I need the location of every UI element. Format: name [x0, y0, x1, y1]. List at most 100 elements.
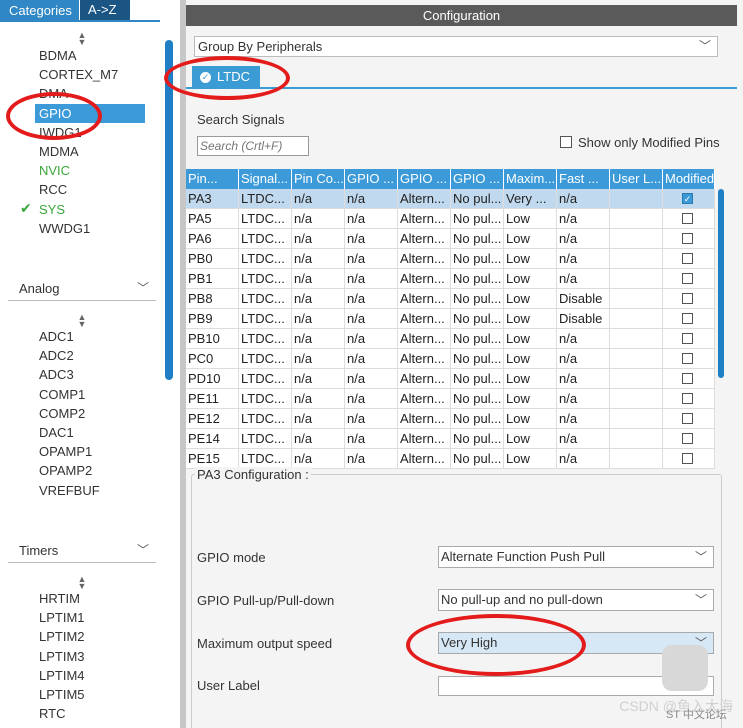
table-cell: Low: [504, 289, 557, 309]
checkbox-icon[interactable]: [682, 333, 693, 344]
modified-cell: [663, 409, 715, 429]
list-item-cortex_m7[interactable]: CORTEX_M7: [39, 65, 118, 84]
list-item-opamp2[interactable]: OPAMP2: [39, 461, 92, 480]
sort-arrows-icon[interactable]: ▲ ▼: [77, 31, 87, 47]
search-signals-input[interactable]: [197, 136, 309, 156]
table-cell: Low: [504, 409, 557, 429]
column-header[interactable]: Fast ...: [557, 169, 610, 189]
list-item-lptim1[interactable]: LPTIM1: [39, 608, 85, 627]
list-item-comp2[interactable]: COMP2: [39, 404, 85, 423]
table-row[interactable]: PA3 LTDC... n/a n/a Altern... No pul... Very .…: [186, 189, 715, 209]
gpio-mode-value: Alternate Function Push Pull: [441, 549, 606, 564]
table-cell: Altern...: [398, 349, 451, 369]
checkbox-icon[interactable]: [682, 373, 693, 384]
list-item-hrtim[interactable]: HRTIM: [39, 589, 80, 608]
gpio-mode-label: GPIO mode: [197, 550, 266, 565]
checkbox-icon[interactable]: [682, 273, 693, 284]
table-cell: n/a: [292, 369, 345, 389]
table-cell: n/a: [345, 189, 398, 209]
column-header[interactable]: Signal...: [239, 169, 292, 189]
list-item-sys[interactable]: SYS: [39, 200, 65, 219]
column-header[interactable]: GPIO ...: [345, 169, 398, 189]
list-item-opamp1[interactable]: OPAMP1: [39, 442, 92, 461]
table-cell: n/a: [557, 249, 610, 269]
checkbox-icon[interactable]: [682, 213, 693, 224]
search-signals-label: Search Signals: [197, 112, 285, 127]
table-cell: n/a: [292, 289, 345, 309]
checkbox-icon[interactable]: [682, 353, 693, 364]
checked-checkbox-icon[interactable]: ✓: [682, 193, 693, 204]
list-item-nvic[interactable]: NVIC: [39, 161, 70, 180]
column-header[interactable]: Pin...: [186, 169, 239, 189]
checkbox-icon[interactable]: [682, 393, 693, 404]
table-row[interactable]: PB9 LTDC... n/a n/a Altern... No pul... Low Dis…: [186, 309, 715, 329]
checkbox-icon[interactable]: [682, 453, 693, 464]
chevron-down-icon: ﹀: [136, 543, 149, 557]
list-item-dac1[interactable]: DAC1: [39, 423, 74, 442]
list-item-lptim3[interactable]: LPTIM3: [39, 647, 85, 666]
list-item-lptim5[interactable]: LPTIM5: [39, 685, 85, 704]
table-row[interactable]: PE12 LTDC... n/a n/a Altern... No pul... Low n/…: [186, 409, 715, 429]
tab-a-to-z[interactable]: A->Z: [80, 0, 130, 20]
checkbox-icon[interactable]: [682, 233, 693, 244]
analog-group-header[interactable]: Analog ﹀: [19, 279, 157, 299]
show-only-modified-checkbox[interactable]: Show only Modified Pins: [560, 135, 720, 150]
column-header[interactable]: User L...: [610, 169, 663, 189]
analog-divider: [8, 300, 156, 301]
modified-cell: [663, 349, 715, 369]
list-item-wwdg1[interactable]: WWDG1: [39, 219, 90, 238]
sort-arrows-icon[interactable]: ▲ ▼: [77, 313, 87, 329]
list-item-tim1[interactable]: TIM1: [39, 723, 69, 728]
list-item-rcc[interactable]: RCC: [39, 180, 67, 199]
table-row[interactable]: PB8 LTDC... n/a n/a Altern... No pul... Low Dis…: [186, 289, 715, 309]
checkbox-icon[interactable]: [682, 313, 693, 324]
table-cell: LTDC...: [239, 349, 292, 369]
table-cell: Altern...: [398, 309, 451, 329]
list-item-adc2[interactable]: ADC2: [39, 346, 74, 365]
checkbox-icon[interactable]: [682, 293, 693, 304]
table-cell: LTDC...: [239, 409, 292, 429]
column-header[interactable]: GPIO ...: [398, 169, 451, 189]
table-scrollbar-thumb[interactable]: [718, 189, 724, 378]
chat-bubble-icon[interactable]: [662, 645, 708, 691]
list-item-adc3[interactable]: ADC3: [39, 365, 74, 384]
column-header[interactable]: Maxim...: [504, 169, 557, 189]
gpio-mode-select[interactable]: Alternate Function Push Pull ﹀: [438, 546, 714, 568]
list-item-rtc[interactable]: RTC: [39, 704, 65, 723]
modified-cell: [663, 209, 715, 229]
table-row[interactable]: PA6 LTDC... n/a n/a Altern... No pul... Low n/a: [186, 229, 715, 249]
table-cell: n/a: [345, 249, 398, 269]
list-item-lptim2[interactable]: LPTIM2: [39, 627, 85, 646]
checkbox-icon[interactable]: [682, 253, 693, 264]
table-row[interactable]: PB0 LTDC... n/a n/a Altern... No pul... Low n/a: [186, 249, 715, 269]
list-item-bdma[interactable]: BDMA: [39, 46, 77, 65]
table-row[interactable]: PA5 LTDC... n/a n/a Altern... No pul... Low n/a: [186, 209, 715, 229]
checkbox-icon[interactable]: [682, 433, 693, 444]
list-item-comp1[interactable]: COMP1: [39, 385, 85, 404]
group-by-value: Group By Peripherals: [198, 39, 323, 54]
table-row[interactable]: PB1 LTDC... n/a n/a Altern... No pul... Low n/a: [186, 269, 715, 289]
list-item-lptim4[interactable]: LPTIM4: [39, 666, 85, 685]
list-item-vrefbuf[interactable]: VREFBUF: [39, 481, 100, 500]
sort-arrows-icon[interactable]: ▲ ▼: [77, 575, 87, 591]
list-item-adc1[interactable]: ADC1: [39, 327, 74, 346]
table-row[interactable]: PC0 LTDC... n/a n/a Altern... No pul... Low n/a: [186, 349, 715, 369]
table-row[interactable]: PE14 LTDC... n/a n/a Altern... No pul... Low n/…: [186, 429, 715, 449]
pull-select[interactable]: No pull-up and no pull-down ﹀: [438, 589, 714, 611]
group-by-select[interactable]: Group By Peripherals ﹀: [194, 36, 718, 57]
table-row[interactable]: PE15 LTDC... n/a n/a Altern... No pul... Low n/…: [186, 449, 715, 469]
column-header[interactable]: GPIO ...: [451, 169, 504, 189]
table-cell: [610, 229, 663, 249]
checkbox-icon[interactable]: [682, 413, 693, 424]
table-row[interactable]: PE11 LTDC... n/a n/a Altern... No pul... Low n/…: [186, 389, 715, 409]
column-header[interactable]: Pin Co...: [292, 169, 345, 189]
column-header[interactable]: Modified: [663, 169, 715, 189]
left-scrollbar-thumb[interactable]: [165, 40, 173, 380]
tab-categories[interactable]: Categories: [0, 0, 79, 20]
list-item-mdma[interactable]: MDMA: [39, 142, 79, 161]
table-row[interactable]: PD10 LTDC... n/a n/a Altern... No pul... Low n/…: [186, 369, 715, 389]
timers-group-header[interactable]: Timers ﹀: [19, 541, 157, 561]
table-row[interactable]: PB10 LTDC... n/a n/a Altern... No pul... Low n/…: [186, 329, 715, 349]
table-cell: n/a: [557, 329, 610, 349]
checkbox-icon: [560, 136, 572, 148]
